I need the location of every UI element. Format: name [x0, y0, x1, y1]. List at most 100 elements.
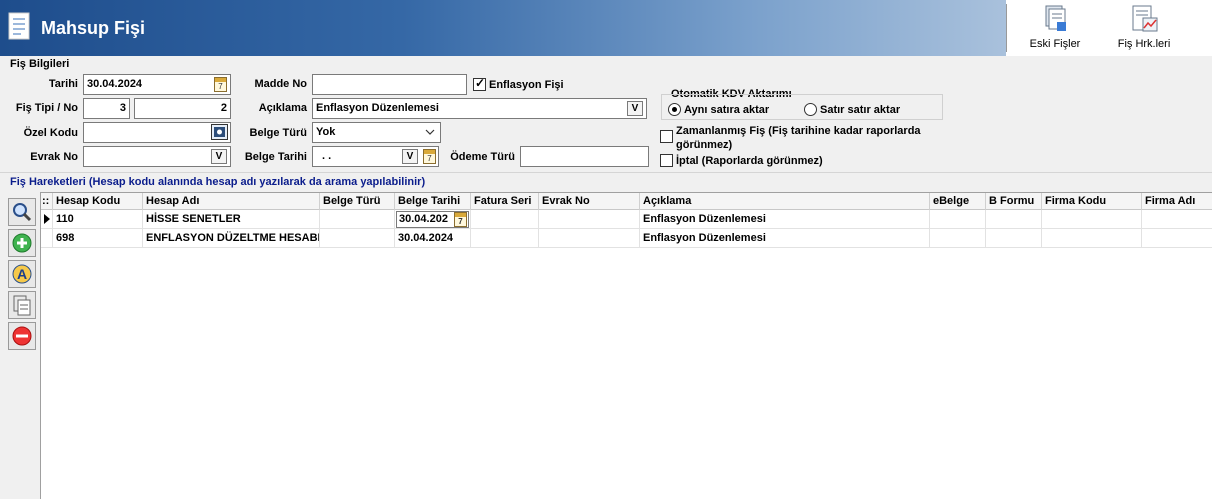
ozel-kodu-label: Özel Kodu [23, 127, 78, 139]
fis-tipi-field[interactable]: 3 [83, 98, 130, 119]
belge-turu-value: Yok [316, 126, 336, 138]
window-header: Mahsup Fişi Eski Fişler Fiş Hrk.leri [0, 0, 1212, 56]
tarihi-label: Tarihi [48, 78, 78, 90]
cell-hesap-kodu[interactable]: 110 [53, 210, 143, 229]
window-title: Mahsup Fişi [41, 18, 146, 38]
cell-fatura-seri[interactable] [471, 210, 539, 229]
cell-belge-tarihi[interactable]: 30.04.2024 [395, 229, 471, 248]
ozel-kodu-field[interactable] [83, 122, 231, 143]
col-belge-tarihi[interactable]: Belge Tarihi [395, 193, 471, 210]
belge-tarihi-value: . . [322, 150, 332, 162]
cell-firma-kodu[interactable] [1042, 210, 1142, 229]
madde-no-field[interactable] [312, 74, 467, 95]
row-indicator-cell [41, 210, 53, 229]
font-button[interactable]: A [8, 260, 36, 288]
col-fatura-seri[interactable]: Fatura Seri [471, 193, 539, 210]
cell-ebelge[interactable] [930, 210, 986, 229]
add-row-button[interactable] [8, 229, 36, 257]
col-b-formu[interactable]: B Formu [986, 193, 1042, 210]
cell-calendar-icon[interactable]: 7 [454, 212, 467, 227]
fis-hareketleri-grid: :: Hesap Kodu Hesap Adı Belge Türü Belge… [40, 192, 1212, 499]
col-firma-adi[interactable]: Firma Adı [1142, 193, 1212, 210]
calendar-icon[interactable]: 7 [214, 77, 227, 92]
col-aciklama[interactable]: Açıklama [640, 193, 930, 210]
aciklama-label: Açıklama [258, 102, 307, 114]
belge-turu-label: Belge Türü [249, 127, 307, 139]
grid-header: :: Hesap Kodu Hesap Adı Belge Türü Belge… [41, 193, 1212, 210]
cell-firma-kodu[interactable] [1042, 229, 1142, 248]
cell-ebelge[interactable] [930, 229, 986, 248]
cell-aciklama[interactable]: Enflasyon Düzenlemesi [640, 229, 930, 248]
table-row[interactable]: 698 ENFLASYON DÜZELTME HESABI 30.04.2024… [41, 229, 1212, 248]
document-icon [8, 12, 30, 40]
zamanlanmis-line1: Zamanlanmış Fiş (Fiş tarihine kadar rapo… [676, 125, 921, 137]
grid-side-toolbar: A [4, 194, 40, 499]
delete-row-button[interactable] [8, 322, 36, 350]
enflasyon-label: Enflasyon Fişi [489, 79, 564, 91]
toolbar-separator [1006, 4, 1008, 52]
kdv-radio-ayni[interactable] [668, 103, 681, 116]
row-indicator-cell [41, 229, 53, 248]
cell-belge-tarihi-editor[interactable]: 30.04.202 7 [395, 210, 471, 229]
aciklama-dropdown-button[interactable]: V [627, 101, 643, 116]
cell-fatura-seri[interactable] [471, 229, 539, 248]
zamanlanmis-label: Zamanlanmış Fiş (Fiş tarihine kadar rapo… [676, 124, 921, 152]
search-button[interactable] [8, 198, 36, 226]
svg-text:A: A [17, 266, 27, 282]
title-band: Mahsup Fişi [0, 0, 1006, 56]
belge-tarihi-calendar-icon[interactable]: 7 [423, 149, 436, 164]
cell-b-formu[interactable] [986, 229, 1042, 248]
cell-evrak-no[interactable] [539, 210, 640, 229]
eski-fisler-button[interactable]: Eski Fişler [1026, 4, 1084, 54]
iptal-checkbox[interactable] [660, 154, 673, 167]
madde-no-label: Madde No [254, 78, 307, 90]
lookup-icon[interactable] [211, 124, 228, 140]
col-hesap-adi[interactable]: Hesap Adı [143, 193, 320, 210]
belge-tarihi-field[interactable]: . . [312, 146, 439, 167]
cell-hesap-adi[interactable]: HİSSE SENETLER [143, 210, 320, 229]
zamanlanmis-checkbox[interactable] [660, 130, 673, 143]
col-evrak-no[interactable]: Evrak No [539, 193, 640, 210]
enflasyon-checkbox[interactable]: ✓ [473, 76, 486, 91]
tarihi-field[interactable]: 30.04.2024 [83, 74, 231, 95]
cell-hesap-kodu[interactable]: 698 [53, 229, 143, 248]
col-hesap-kodu[interactable]: Hesap Kodu [53, 193, 143, 210]
fis-hareketleri-button[interactable]: Fiş Hrk.leri [1112, 4, 1176, 54]
cell-evrak-no[interactable] [539, 229, 640, 248]
fis-no-field[interactable]: 2 [134, 98, 231, 119]
grid-corner: :: [41, 193, 53, 210]
font-icon: A [12, 264, 32, 284]
kdv-option2-label: Satır satır aktar [820, 104, 901, 116]
table-row[interactable]: 110 HİSSE SENETLER 30.04.202 7 Enflasyon… [41, 210, 1212, 229]
col-belge-turu[interactable]: Belge Türü [320, 193, 395, 210]
cell-firma-adi[interactable] [1142, 210, 1212, 229]
cell-belge-turu[interactable] [320, 229, 395, 248]
document-chart-icon [1132, 5, 1158, 32]
col-ebelge[interactable]: eBelge [930, 193, 986, 210]
add-icon [12, 233, 32, 253]
chevron-down-icon[interactable] [425, 128, 435, 136]
kdv-radio-satir[interactable] [804, 103, 817, 116]
evrak-no-field[interactable] [83, 146, 231, 167]
row-pointer-icon [44, 214, 50, 224]
col-firma-kodu[interactable]: Firma Kodu [1042, 193, 1142, 210]
check-mark-icon: ✓ [475, 76, 486, 90]
belge-tarihi-dropdown-button[interactable]: V [402, 149, 418, 164]
belge-turu-select[interactable]: Yok [312, 122, 441, 143]
fis-hareketleri-label: Fiş Hrk.leri [1117, 38, 1171, 50]
cell-b-formu[interactable] [986, 210, 1042, 229]
tarihi-value: 30.04.2024 [87, 78, 143, 90]
odeme-turu-label: Ödeme Türü [450, 151, 515, 163]
cell-belge-turu[interactable] [320, 210, 395, 229]
aciklama-field[interactable]: Enflasyon Düzenlemesi [312, 98, 647, 119]
form-divider [0, 172, 1212, 173]
belge-tarihi-label: Belge Tarihi [244, 151, 307, 163]
cell-firma-adi[interactable] [1142, 229, 1212, 248]
eski-fisler-label: Eski Fişler [1029, 38, 1081, 50]
copy-button[interactable] [8, 291, 36, 319]
cell-hesap-adi[interactable]: ENFLASYON DÜZELTME HESABI [143, 229, 320, 248]
odeme-turu-field[interactable] [520, 146, 649, 167]
zamanlanmis-line2: görünmez) [676, 139, 733, 151]
evrak-no-dropdown-button[interactable]: V [211, 149, 227, 164]
cell-aciklama[interactable]: Enflasyon Düzenlemesi [640, 210, 930, 229]
